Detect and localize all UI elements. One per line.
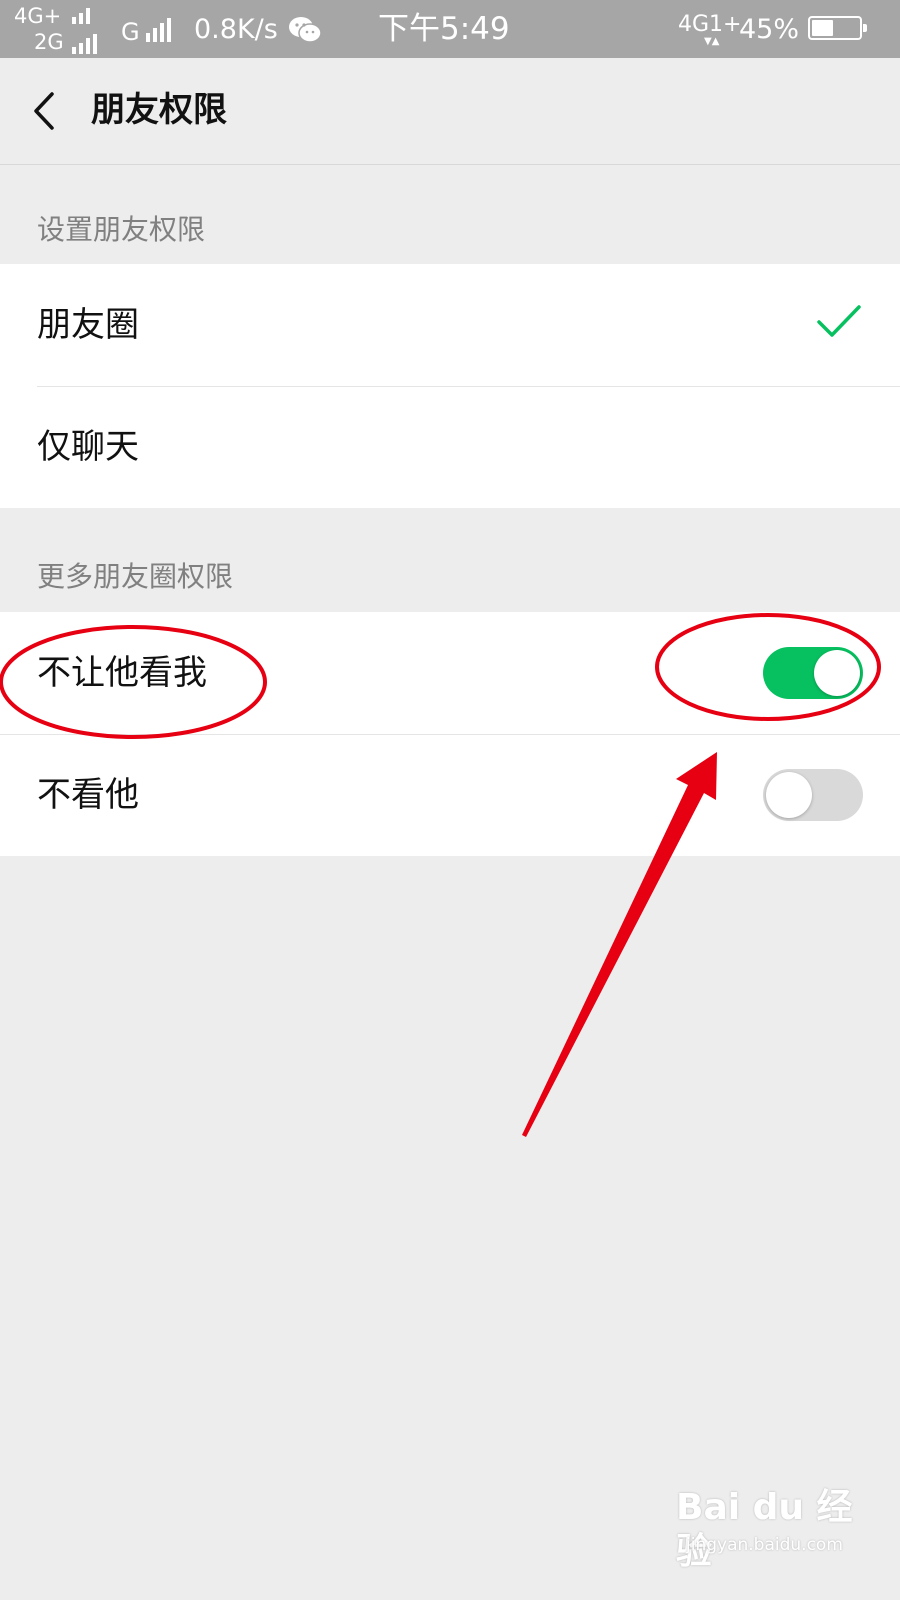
- option-label: 朋友圈: [37, 305, 139, 345]
- setting-label: 不让他看我: [37, 653, 207, 693]
- toggle-knob: [814, 650, 860, 696]
- battery-icon: [808, 16, 867, 40]
- section-header-friend-permission: 设置朋友权限: [37, 213, 206, 246]
- signal-icon: [72, 34, 97, 54]
- option-chat-only[interactable]: 仅聊天: [0, 386, 900, 508]
- toggle-knob: [766, 772, 812, 818]
- status-time: 下午5:49: [378, 11, 510, 47]
- moments-permission-group: 不让他看我 不看他: [0, 612, 900, 856]
- friend-permission-group: 朋友圈 仅聊天: [0, 264, 900, 508]
- setting-hide-their-moments: 不看他: [0, 734, 900, 856]
- chevron-left-icon[interactable]: [30, 88, 60, 134]
- watermark-url: jingyan.baidu.com: [686, 1535, 843, 1555]
- wechat-icon: [289, 17, 322, 43]
- network-type-1: 4G+: [14, 4, 62, 28]
- hide-their-moments-toggle[interactable]: [763, 769, 863, 821]
- hide-my-moments-toggle[interactable]: [763, 647, 863, 699]
- page-title: 朋友权限: [91, 90, 227, 130]
- signal-icon: [146, 18, 171, 42]
- status-bar: 4G+ 2G G 0.8K/s 下午5:49 4G1+ ▼▲ 45%: [0, 0, 900, 58]
- option-moments[interactable]: 朋友圈: [0, 264, 900, 386]
- network-speed: 0.8K/s: [194, 14, 278, 45]
- data-activity-icon: ▼▲: [704, 36, 720, 47]
- section-header-more-moments-permission: 更多朋友圈权限: [37, 560, 234, 593]
- battery-percent: 45%: [739, 14, 800, 45]
- signal-icon: [72, 8, 90, 24]
- checkmark-icon: [817, 305, 861, 337]
- option-label: 仅聊天: [37, 427, 139, 467]
- setting-label: 不看他: [37, 775, 139, 815]
- network-type-4: 4G1+: [678, 12, 742, 37]
- battery-fill: [812, 20, 833, 36]
- network-type-2: 2G: [34, 30, 64, 54]
- setting-hide-my-moments: 不让他看我: [0, 612, 900, 734]
- baidu-jingyan-watermark: Bai du 经验 jingyan.baidu.com: [676, 1486, 876, 1578]
- watermark-brand: Bai du 经验: [676, 1487, 853, 1572]
- network-type-3: G: [121, 18, 140, 46]
- nav-bar: 朋友权限: [0, 58, 900, 165]
